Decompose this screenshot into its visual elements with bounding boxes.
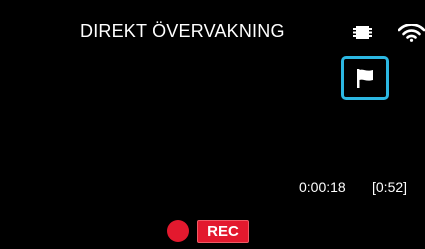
page-title: DIREKT ÖVERVAKNING <box>80 21 285 41</box>
flag-button[interactable] <box>341 56 389 100</box>
live-monitoring-screen: DIREKT ÖVERVAKNING 0:00:18 [0:52] REC <box>0 0 425 249</box>
wifi-icon <box>398 24 425 42</box>
rec-badge: REC <box>197 220 249 243</box>
battery-icon <box>353 26 372 39</box>
record-dot-icon <box>167 220 189 242</box>
remaining-time: [0:52] <box>372 179 408 195</box>
elapsed-time: 0:00:18 <box>299 179 346 195</box>
flag-icon <box>357 69 373 88</box>
